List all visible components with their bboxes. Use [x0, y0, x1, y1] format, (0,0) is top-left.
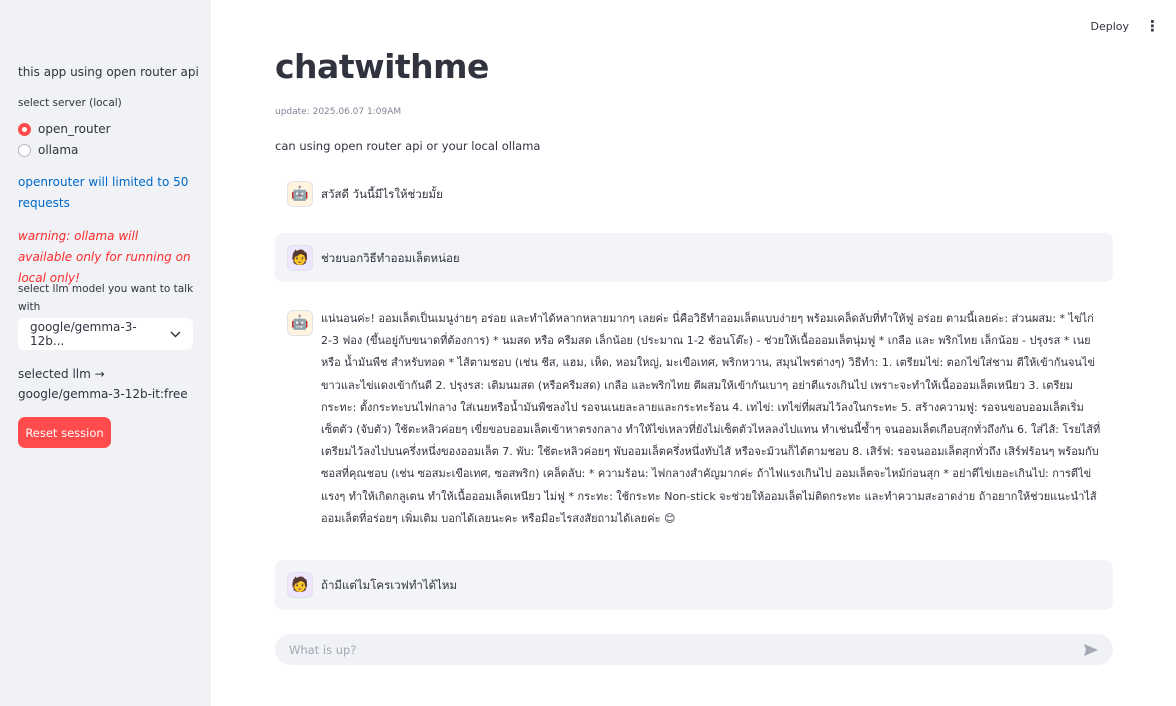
- sidebar-intro: this app using open router api: [18, 65, 199, 79]
- user-avatar-icon: 🧑: [287, 572, 313, 598]
- assistant-avatar-icon: 🤖: [287, 181, 313, 207]
- server-selector: select server (local) open_router ollama: [18, 97, 122, 160]
- server-label: select server (local): [18, 97, 122, 109]
- radio-ollama[interactable]: ollama: [18, 140, 122, 160]
- radio-label: open_router: [38, 122, 111, 136]
- sidebar: this app using open router api select se…: [0, 0, 211, 706]
- update-caption: update: 2025.06.07 1:09AM: [275, 107, 402, 117]
- page-title: chatwithme: [275, 47, 489, 86]
- user-avatar-icon: 🧑: [287, 244, 313, 271]
- radio-open-router[interactable]: open_router: [18, 119, 122, 139]
- radio-label: ollama: [38, 143, 79, 157]
- radio-unselected-icon: [18, 143, 31, 157]
- chat-input-bar: [275, 634, 1113, 665]
- model-select-value: google/gemma-3-12b...: [30, 320, 137, 348]
- reset-session-button[interactable]: Reset session: [18, 417, 111, 448]
- chat-message-assistant: 🤖 สวัสดี วันนี้มีไรให้ช่วยมั้ย: [275, 180, 1113, 208]
- send-icon[interactable]: [1083, 643, 1099, 657]
- top-toolbar: Deploy ⋮: [976, 0, 1176, 52]
- chat-message-user: 🧑 ช่วยบอกวิธีทำออมเล็ตหน่อย: [275, 233, 1113, 282]
- message-text: แน่นอนค่ะ! ออมเล็ตเป็นเมนูง่ายๆ อร่อย แล…: [321, 312, 1101, 525]
- radio-selected-icon: [18, 122, 31, 136]
- model-label: select llm model you want to talk with: [18, 283, 194, 313]
- selected-llm-text: selected llm → google/gemma-3-12b-it:fre…: [18, 367, 188, 401]
- message-text: สวัสดี วันนี้มีไรให้ช่วยมั้ย: [321, 187, 443, 201]
- chat-input[interactable]: [289, 642, 1049, 657]
- info-text: openrouter will limited to 50 requests: [18, 175, 189, 210]
- main-menu-icon[interactable]: ⋮: [1145, 19, 1160, 34]
- deploy-button[interactable]: Deploy: [1090, 20, 1129, 33]
- page-subtitle: can using open router api or your local …: [275, 139, 541, 153]
- chat-message-assistant: 🤖 แน่นอนค่ะ! ออมเล็ตเป็นเมนูง่ายๆ อร่อย …: [275, 308, 1113, 530]
- chat-message-user: 🧑 ถ้ามีแต่ไมโครเวฟทำได้ไหม: [275, 560, 1113, 610]
- chevron-down-icon: [170, 330, 181, 338]
- assistant-avatar-icon: 🤖: [287, 310, 313, 336]
- model-select[interactable]: google/gemma-3-12b...: [18, 318, 193, 350]
- message-text: ช่วยบอกวิธีทำออมเล็ตหน่อย: [321, 250, 460, 265]
- message-text: ถ้ามีแต่ไมโครเวฟทำได้ไหม: [321, 578, 458, 592]
